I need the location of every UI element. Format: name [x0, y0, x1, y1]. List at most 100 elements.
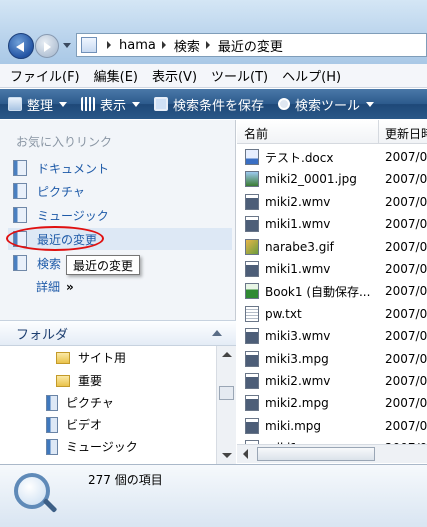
views-button[interactable]: 表示: [81, 95, 141, 114]
double-chevron-icon: »: [66, 279, 74, 294]
documents-icon: [13, 160, 27, 176]
excel-file-icon: [245, 283, 259, 300]
pictures-icon: [46, 394, 58, 411]
file-name: miki3.wmv: [265, 329, 331, 344]
command-bar: 整理 表示 検索条件を保存 検索ツール: [0, 89, 427, 119]
views-label: 表示: [100, 98, 127, 114]
tree-item-label: サイト用: [78, 351, 127, 365]
file-row[interactable]: テスト.docx 2007/04: [237, 146, 427, 168]
breadcrumb-separator-icon[interactable]: [107, 41, 111, 49]
file-modified-date: 2007/04: [385, 150, 427, 164]
file-modified-date: 2007/04: [385, 284, 427, 299]
favorite-music[interactable]: ミュージック: [8, 204, 232, 226]
file-name: miki1.wmv: [265, 217, 331, 232]
file-name: Book1 (自動保存...: [265, 284, 371, 299]
image-file-icon: [245, 171, 259, 188]
search-tools-label: 検索ツール: [295, 98, 361, 114]
save-search-button[interactable]: 検索条件を保存: [154, 95, 264, 114]
column-date-header[interactable]: 更新日時: [385, 125, 427, 142]
file-row[interactable]: miki2.mpg 2007/04: [237, 392, 427, 414]
file-list: 名前 更新日時 テスト.docx 2007/04 miki2_0001.jpg 200…: [237, 120, 427, 464]
file-row[interactable]: pw.txt 2007/04: [237, 303, 427, 325]
file-row[interactable]: miki2.wmv 2007/04: [237, 370, 427, 392]
file-modified-date: 2007/04: [385, 217, 427, 232]
address-bar[interactable]: hama 検索 最近の変更: [76, 33, 427, 57]
media-file-icon: [245, 328, 259, 345]
tree-item-music[interactable]: ミュージック: [46, 438, 138, 455]
media-file-icon: [245, 261, 259, 277]
tree-item-label: ビデオ: [66, 418, 103, 432]
file-row[interactable]: miki1.wmv 2007/04: [237, 213, 427, 235]
pictures-icon: [13, 183, 27, 199]
menu-file[interactable]: ファイル(F): [10, 66, 80, 85]
breadcrumb-recent-changes[interactable]: 最近の変更: [218, 36, 283, 55]
file-list-hscrollbar[interactable]: [237, 444, 427, 463]
breadcrumb-separator-icon[interactable]: [205, 41, 210, 49]
organize-icon: [8, 97, 22, 111]
search-folder-icon: [13, 255, 27, 271]
address-toolbar: hama 検索 最近の変更: [0, 0, 427, 64]
more-links[interactable]: 詳細 »: [36, 278, 74, 295]
favorite-label: ミュージック: [37, 208, 109, 223]
menu-bar: ファイル(F) 編集(E) 表示(V) ツール(T) ヘルプ(H): [0, 64, 427, 88]
folder-icon: [56, 374, 70, 387]
file-modified-date: 2007/04: [385, 239, 427, 254]
forward-button[interactable]: [35, 34, 59, 58]
file-modified-date: 2007/04: [385, 329, 427, 344]
menu-edit[interactable]: 編集(E): [94, 66, 138, 85]
favorite-documents[interactable]: ドキュメント: [8, 157, 232, 179]
file-modified-date: 2007/04: [385, 306, 427, 321]
media-file-icon: [245, 373, 259, 389]
folders-header[interactable]: フォルダ: [0, 320, 236, 346]
file-row[interactable]: miki2.wmv 2007/04: [237, 191, 427, 213]
search-tools-button[interactable]: 検索ツール: [278, 95, 375, 114]
column-name-header[interactable]: 名前: [244, 125, 268, 142]
item-count: 277 個の項目: [88, 473, 163, 487]
menu-view[interactable]: 表示(V): [152, 66, 197, 85]
scrollbar-thumb[interactable]: [257, 447, 375, 461]
save-search-icon: [154, 97, 169, 111]
recent-pages-dropdown[interactable]: [63, 43, 71, 48]
more-label: 詳細: [36, 280, 61, 294]
file-modified-date: 2007/04: [385, 351, 427, 366]
file-name: miki2_0001.jpg: [265, 172, 357, 187]
tree-item-videos[interactable]: ビデオ: [46, 416, 102, 433]
folder-icon: [56, 351, 70, 364]
file-row[interactable]: miki1.wmv 2007/04: [237, 258, 427, 280]
scroll-left-icon[interactable]: [243, 449, 248, 459]
scroll-up-icon[interactable]: [222, 352, 232, 357]
folder-tree-scrollbar[interactable]: [216, 346, 236, 464]
file-row[interactable]: miki.mpg 2007/04: [237, 415, 427, 437]
chevron-down-icon: [132, 101, 141, 107]
scrollbar-thumb[interactable]: [219, 386, 234, 400]
breadcrumb-search[interactable]: 検索: [174, 36, 200, 55]
breadcrumb-separator-icon[interactable]: [161, 41, 166, 49]
favorite-label: ドキュメント: [37, 161, 110, 176]
search-tools-icon: [278, 98, 291, 110]
back-button[interactable]: [8, 33, 34, 59]
file-modified-date: 2007/04: [385, 374, 427, 388]
organize-button[interactable]: 整理: [8, 95, 68, 114]
tree-item-site[interactable]: サイト用: [56, 349, 126, 366]
menu-tools[interactable]: ツール(T): [211, 66, 268, 85]
tree-item-pictures[interactable]: ピクチャ: [46, 394, 114, 411]
file-modified-date: 2007/04: [385, 262, 427, 276]
file-row[interactable]: narabe3.gif 2007/04: [237, 236, 427, 258]
menu-help[interactable]: ヘルプ(H): [282, 66, 341, 85]
tree-item-important[interactable]: 重要: [56, 372, 102, 389]
file-row[interactable]: Book1 (自動保存... 2007/04: [237, 280, 427, 302]
file-row[interactable]: miki3.mpg 2007/04: [237, 348, 427, 370]
file-row[interactable]: miki3.wmv 2007/04: [237, 325, 427, 347]
organize-label: 整理: [27, 98, 54, 114]
column-divider[interactable]: [378, 120, 379, 144]
file-modified-date: 2007/04: [385, 418, 427, 433]
favorite-links-title: お気に入りリンク: [16, 135, 113, 149]
details-pane: 277 個の項目: [0, 464, 427, 527]
scroll-down-icon[interactable]: [222, 453, 232, 458]
file-row[interactable]: miki2_0001.jpg 2007/04: [237, 168, 427, 190]
favorite-pictures[interactable]: ピクチャ: [8, 180, 232, 202]
file-name: narabe3.gif: [265, 239, 334, 254]
breadcrumb-hama[interactable]: hama: [119, 38, 156, 53]
save-search-label: 検索条件を保存: [173, 98, 265, 114]
media-file-icon: [245, 417, 259, 434]
